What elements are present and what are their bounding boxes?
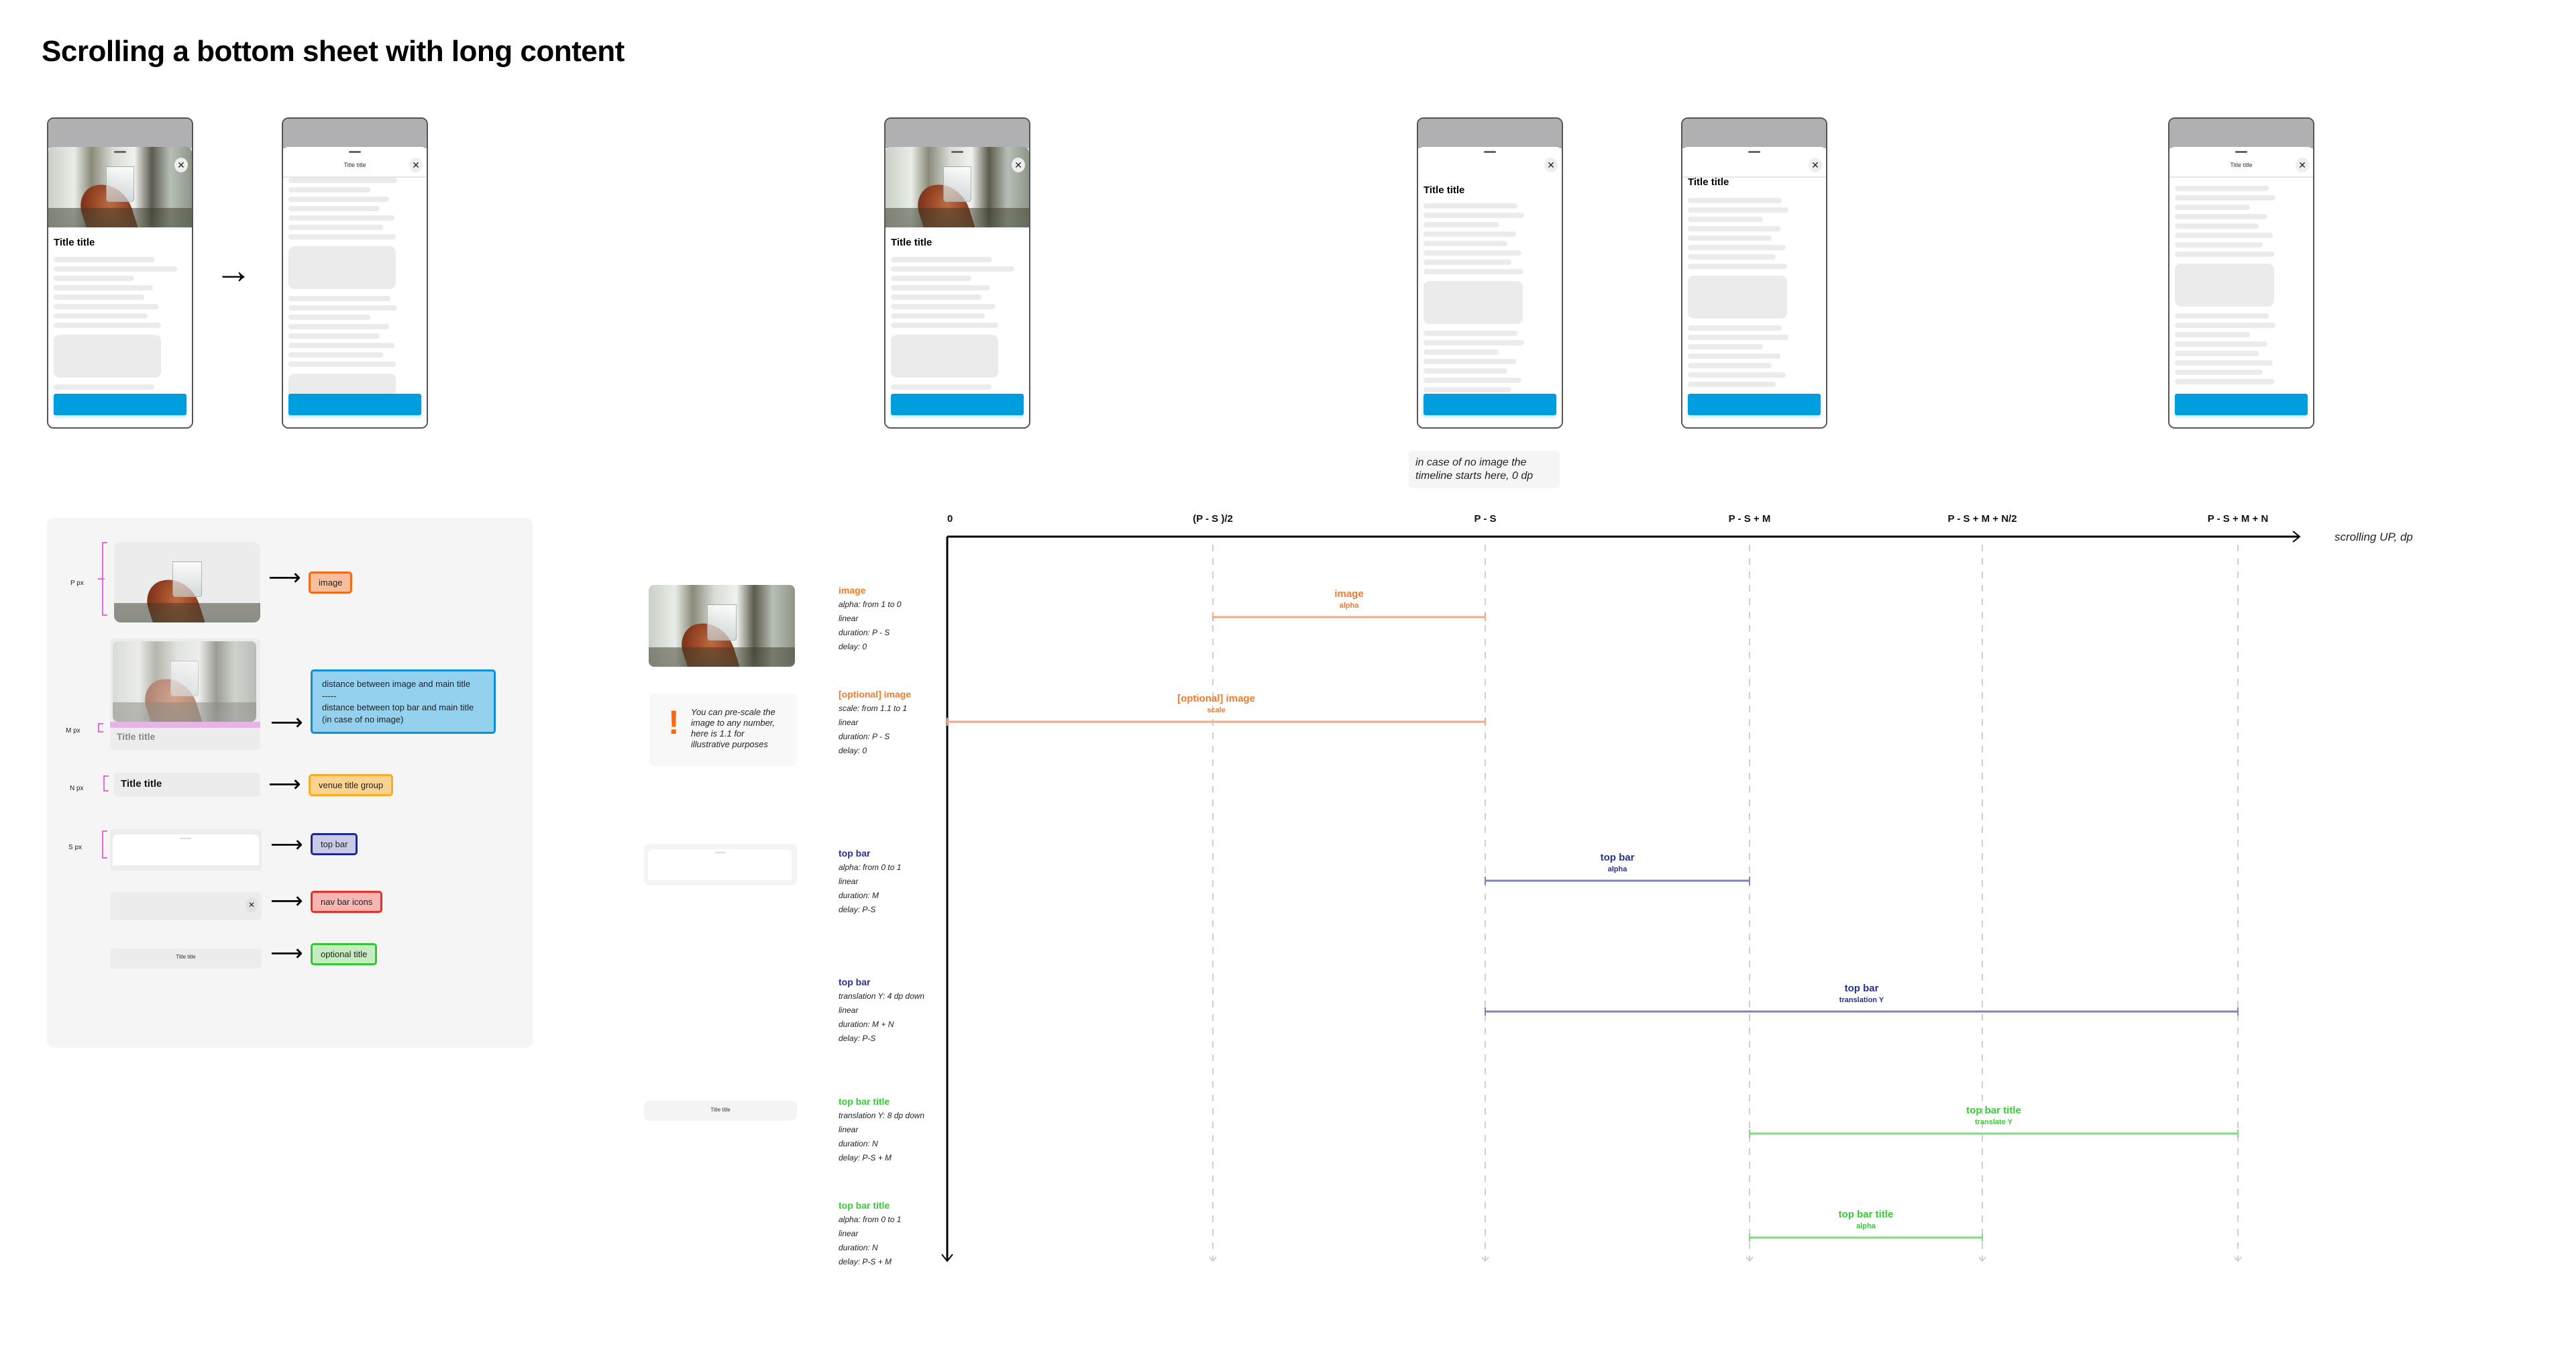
main-title: Title title: [1688, 176, 1729, 188]
animation-bar-property: scale: [1207, 706, 1226, 714]
animation-bar-label: image: [1334, 588, 1363, 600]
top-bar-title: Title title: [2230, 162, 2253, 168]
axis-tick-label: (P - S )/2: [1193, 513, 1233, 525]
animation-bar-property: translation Y: [1839, 996, 1884, 1004]
animation-bar-property: alpha: [1856, 1222, 1876, 1230]
animation-bar-property: translate Y: [1975, 1118, 2013, 1126]
animation-bar-label: top bar title: [1839, 1209, 1894, 1220]
close-icon[interactable]: ✕: [409, 158, 423, 172]
axis-tick-label: 0: [947, 513, 953, 525]
animation-bar-property: alpha: [1608, 865, 1628, 873]
animation-bar-label: top bar: [1845, 983, 1879, 994]
drag-handle[interactable]: [1748, 151, 1760, 153]
x-axis-label: scrolling UP, dp: [2334, 531, 2413, 543]
animation-bar-label: [optional] image: [1177, 693, 1255, 704]
axis-tick-label: P - S: [1474, 513, 1496, 525]
drag-handle[interactable]: [1484, 151, 1496, 153]
animation-bar-label: top bar: [1601, 852, 1635, 863]
close-icon[interactable]: ✕: [2296, 158, 2309, 172]
animation-bar-property: alpha: [1340, 602, 1360, 610]
drag-handle[interactable]: [951, 151, 963, 153]
close-icon[interactable]: ✕: [174, 158, 188, 172]
top-bar-title: Title title: [343, 162, 366, 168]
timeline-chart: 0 (P - S )/2 P - S P - S + M P - S + M + N/2…: [941, 513, 2413, 1262]
axis-tick-label: P - S + M: [1729, 513, 1771, 525]
close-icon[interactable]: ✕: [1012, 158, 1025, 172]
drag-handle[interactable]: [114, 151, 126, 153]
axis-tick-label: P - S + M + N/2: [1947, 513, 2017, 525]
close-icon[interactable]: ✕: [1544, 158, 1558, 172]
close-icon[interactable]: ✕: [1809, 158, 1822, 172]
drag-handle[interactable]: [349, 151, 361, 153]
animation-bar-label: top bar title: [1966, 1105, 2021, 1116]
drag-handle[interactable]: [2235, 151, 2247, 153]
axis-tick-label: P - S + M + N: [2208, 513, 2269, 525]
